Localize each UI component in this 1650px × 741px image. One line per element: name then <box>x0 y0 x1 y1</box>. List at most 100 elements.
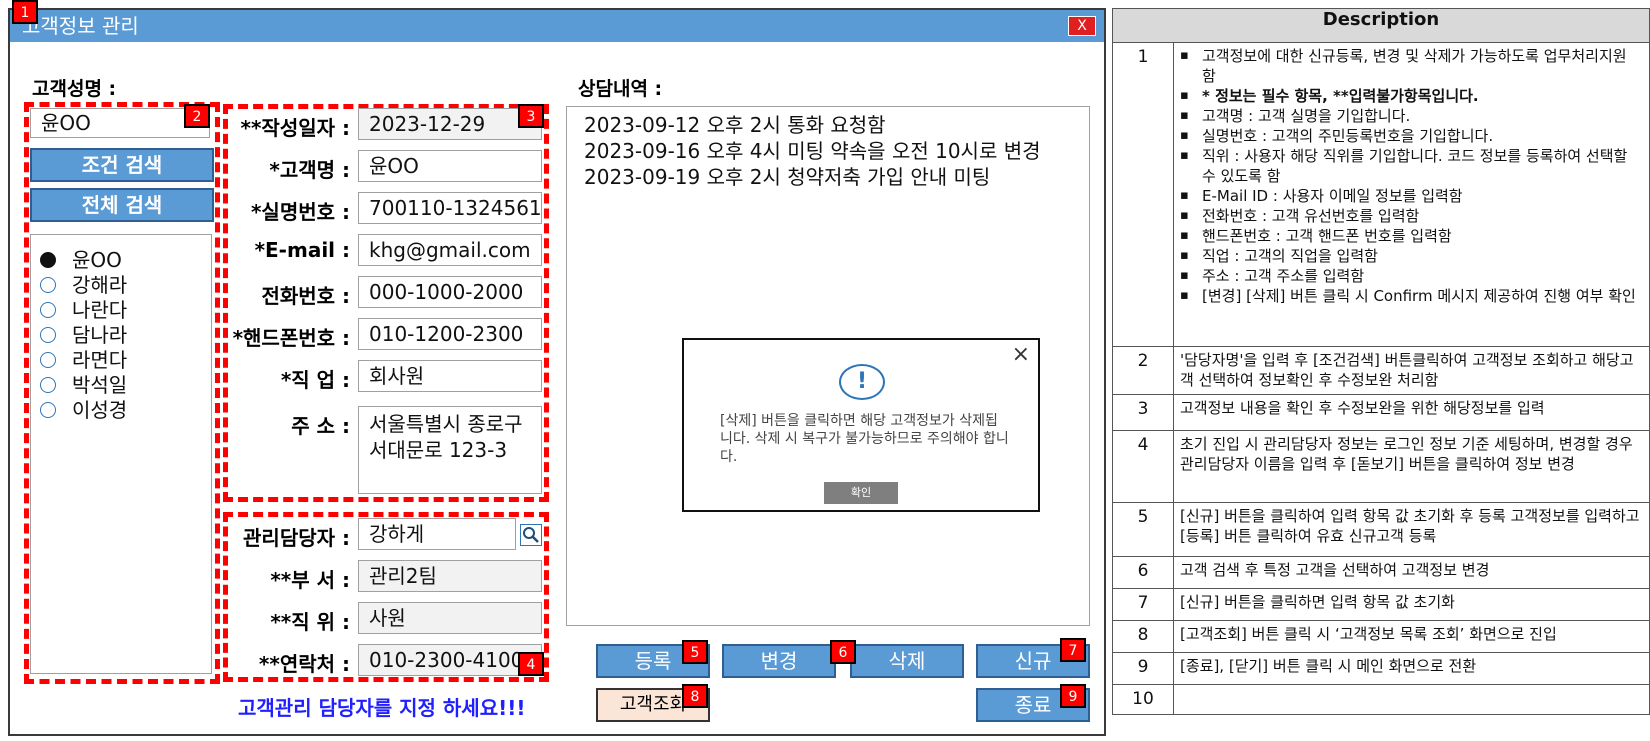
customer-name-input[interactable]: 윤OO <box>30 108 210 138</box>
radio-unchecked-icon[interactable] <box>40 351 56 368</box>
customer-name-label: 고객성명 : <box>32 78 117 100</box>
consult-history-line: 2023-09-16 오후 4시 미팅 약속을 오전 10시로 변경 <box>584 139 1041 163</box>
info-exclamation-icon: ! <box>839 364 885 400</box>
description-row-number: 1 <box>1112 42 1174 347</box>
address-field[interactable]: 서울특별시 종로구 서대문로 123-3 <box>358 406 542 494</box>
customer-field-label: 전화번호 : <box>261 284 350 308</box>
description-row-text: 고객 검색 후 특정 고객을 선택하여 고객정보 변경 <box>1173 556 1650 589</box>
manager-field-label: 관리담당자 : <box>243 526 350 550</box>
annotation-badge-5: 5 <box>682 640 708 664</box>
description-row-text: [신규] 버튼을 클릭하여 입력 항목 값 초기화 후 등록 고객정보를 입력하… <box>1173 502 1650 557</box>
description-row-text: [고객조회] 버튼 클릭 시 ‘고객정보 목록 조회’ 화면으로 진입 <box>1173 620 1650 653</box>
description-text: 고객 검색 후 특정 고객을 선택하여 고객정보 변경 <box>1180 561 1490 579</box>
description-bullet: 직위 : 사용자 해당 직위를 기입합니다. 코드 정보를 등록하여 선택할 수… <box>1180 146 1643 186</box>
description-row-text: [종료], [닫기] 버튼 클릭 시 메인 화면으로 전환 <box>1173 652 1650 685</box>
description-row-text: 초기 진입 시 관리담당자 정보는 로그인 정보 기준 세팅하며, 변경할 경우… <box>1173 430 1650 503</box>
window-close-button[interactable]: X <box>1068 16 1096 36</box>
description-row-number: 2 <box>1112 346 1174 395</box>
description-text: 초기 진입 시 관리담당자 정보는 로그인 정보 기준 세팅하며, 변경할 경우… <box>1180 435 1633 473</box>
customer-field-input[interactable]: khg@gmail.com <box>358 234 542 266</box>
description-bullet: 고객정보에 대한 신규등록, 변경 및 삭제가 가능하도록 업무처리지원 함 <box>1180 46 1643 86</box>
radio-unchecked-icon[interactable] <box>40 301 56 318</box>
customer-field-label: *E-mail : <box>254 238 350 262</box>
description-text: [고객조회] 버튼 클릭 시 ‘고객정보 목록 조회’ 화면으로 진입 <box>1180 625 1557 643</box>
window-titlebar: 고객정보 관리 <box>10 10 1104 42</box>
description-row-number: 3 <box>1112 394 1174 431</box>
manager-field-label: **연락처 : <box>258 652 350 676</box>
customer-field-input: 2023-12-29 <box>358 108 542 140</box>
annotation-badge-7: 7 <box>1060 638 1086 662</box>
description-row-number: 8 <box>1112 620 1174 653</box>
description-header: Description <box>1112 8 1650 43</box>
description-text: [신규] 버튼을 클릭하여 입력 항목 값 초기화 후 등록 고객정보를 입력하… <box>1180 507 1640 545</box>
customer-field-input[interactable]: 010-1200-2300 <box>358 318 542 350</box>
customer-radio-label: 이성경 <box>72 398 128 422</box>
customer-field-input[interactable]: 000-1000-2000 <box>358 276 542 308</box>
description-row: 9 [종료], [닫기] 버튼 클릭 시 메인 화면으로 전환 <box>1112 652 1650 685</box>
customer-field-input[interactable]: 회사원 <box>358 360 542 392</box>
customer-field-label: **작성일자 : <box>240 116 350 140</box>
annotation-badge-4: 4 <box>518 652 544 676</box>
manager-field-input[interactable]: 강하게 <box>358 518 516 550</box>
description-text: [신규] 버튼을 클릭하면 입력 항목 값 초기화 <box>1180 593 1455 611</box>
customer-field-input[interactable]: 700110-1324561 <box>358 192 542 224</box>
all-search-button[interactable]: 전체 검색 <box>30 188 214 222</box>
description-bullet: 주소 : 고객 주소를 입력함 <box>1180 266 1643 286</box>
radio-unchecked-icon[interactable] <box>40 376 56 393</box>
description-text: 고객정보 내용을 확인 후 수정보완을 위한 해당정보를 입력 <box>1180 399 1545 417</box>
consult-label: 상담내역 : <box>578 78 663 100</box>
description-row-number: 7 <box>1112 588 1174 621</box>
customer-field-input[interactable]: 윤OO <box>358 150 542 182</box>
consult-history-line: 2023-09-19 오후 2시 청약저축 가입 안내 미팅 <box>584 165 991 189</box>
window-title: 고객정보 관리 <box>22 14 139 38</box>
magnifier-icon <box>523 527 539 543</box>
description-text: [종료], [닫기] 버튼 클릭 시 메인 화면으로 전환 <box>1180 657 1477 675</box>
manager-field-input: 관리2팀 <box>358 560 542 592</box>
description-row-number: 4 <box>1112 430 1174 503</box>
customer-radio-item[interactable]: 이성경 <box>40 394 127 423</box>
manager-field-input: 010-2300-4100 <box>358 644 542 676</box>
annotation-badge-8: 8 <box>682 684 708 708</box>
description-row-number: 5 <box>1112 502 1174 557</box>
description-row: 8 [고객조회] 버튼 클릭 시 ‘고객정보 목록 조회’ 화면으로 진입 <box>1112 620 1650 653</box>
manager-search-button[interactable] <box>520 524 542 546</box>
annotation-badge-6: 6 <box>830 640 856 664</box>
customer-field-label: *실명번호 : <box>250 200 350 224</box>
delete-confirm-dialog: × ! [삭제] 버튼을 클릭하면 해당 고객정보가 삭제됩니다. 삭제 시 복… <box>682 338 1040 512</box>
description-row-number: 6 <box>1112 556 1174 589</box>
dialog-ok-button[interactable]: 확인 <box>824 482 898 504</box>
dialog-message: [삭제] 버튼을 클릭하면 해당 고객정보가 삭제됩니다. 삭제 시 복구가 불… <box>720 413 1009 465</box>
description-row: 4 초기 진입 시 관리담당자 정보는 로그인 정보 기준 세팅하며, 변경할 경… <box>1112 430 1650 503</box>
condition-search-button[interactable]: 조건 검색 <box>30 148 214 182</box>
consult-history-line: 2023-09-12 오후 2시 통화 요청함 <box>584 113 886 137</box>
radio-unchecked-icon[interactable] <box>40 276 56 293</box>
description-row: 6 고객 검색 후 특정 고객을 선택하여 고객정보 변경 <box>1112 556 1650 589</box>
description-table: Description 1고객정보에 대한 신규등록, 변경 및 삭제가 가능하… <box>1112 8 1650 715</box>
annotation-badge-3: 3 <box>518 104 544 128</box>
description-bullet: 직업 : 고객의 직업을 입력함 <box>1180 246 1643 266</box>
description-row: 5 [신규] 버튼을 클릭하여 입력 항목 값 초기화 후 등록 고객정보를 입력… <box>1112 502 1650 557</box>
annotation-badge-9: 9 <box>1060 684 1086 708</box>
description-row-number: 9 <box>1112 652 1174 685</box>
customer-field-label: *직 업 : <box>280 368 350 392</box>
change-button[interactable]: 변경 <box>722 644 836 678</box>
radio-checked-icon[interactable] <box>40 251 56 268</box>
description-row-number: 10 <box>1112 684 1174 715</box>
description-row: 10 <box>1112 684 1650 715</box>
manager-warning-text: 고객관리 담당자를 지정 하세요!!! <box>238 696 526 720</box>
description-bullet: 실명번호 : 고객의 주민등록번호을 기입합니다. <box>1180 126 1643 146</box>
description-row-text: 고객정보 내용을 확인 후 수정보완을 위한 해당정보를 입력 <box>1173 394 1650 431</box>
delete-button[interactable]: 삭제 <box>850 644 964 678</box>
description-row-text: '담당자명'을 입력 후 [조건검색] 버튼클릭하여 고객정보 조회하고 해당고… <box>1173 346 1650 395</box>
dialog-close-icon[interactable]: × <box>1012 342 1030 367</box>
description-row: 2 '담당자명'을 입력 후 [조건검색] 버튼클릭하여 고객정보 조회하고 해당… <box>1112 346 1650 395</box>
description-bullet: [변경] [삭제] 버튼 클릭 시 Confirm 메시지 제공하여 진행 여부… <box>1180 286 1643 306</box>
customer-field-label: *핸드폰번호 : <box>232 326 350 350</box>
description-row-text: [신규] 버튼을 클릭하면 입력 항목 값 초기화 <box>1173 588 1650 621</box>
description-bullet: E-Mail ID : 사용자 이메일 정보를 입력함 <box>1180 186 1643 206</box>
radio-unchecked-icon[interactable] <box>40 326 56 343</box>
manager-field-input: 사원 <box>358 602 542 634</box>
manager-field-label: **직 위 : <box>270 610 350 634</box>
radio-unchecked-icon[interactable] <box>40 401 56 418</box>
description-row: 7 [신규] 버튼을 클릭하면 입력 항목 값 초기화 <box>1112 588 1650 621</box>
